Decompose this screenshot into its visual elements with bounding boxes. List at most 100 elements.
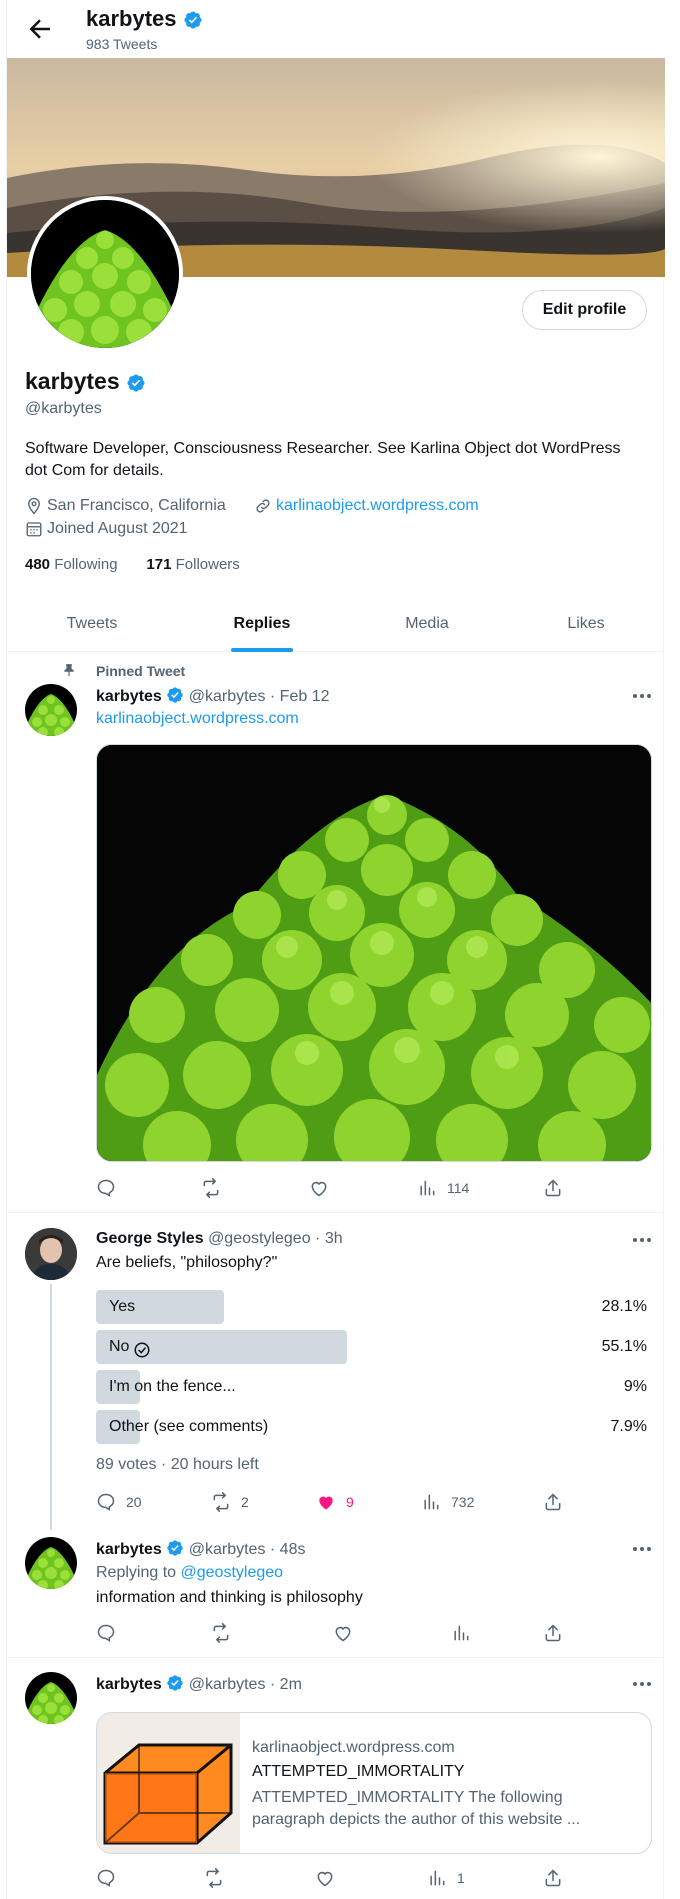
link-icon: [254, 497, 272, 515]
author-name[interactable]: karbytes: [96, 688, 162, 705]
followers-link[interactable]: 171 Followers: [146, 556, 243, 573]
views-count: 114: [447, 1180, 470, 1196]
back-arrow-icon[interactable]: [25, 14, 55, 44]
link-preview-card[interactable]: karlinaobject.wordpress.com ATTEMPTED_IM…: [96, 1712, 652, 1854]
tweet-avatar[interactable]: [25, 1228, 77, 1280]
tweet-text[interactable]: karlinaobject.wordpress.com: [96, 710, 299, 728]
like-button[interactable]: 9: [316, 1492, 354, 1512]
pin-icon: [62, 663, 76, 677]
tab-likes[interactable]: Likes: [507, 600, 665, 652]
tab-media[interactable]: Media: [347, 600, 507, 652]
reply-button[interactable]: [96, 1178, 116, 1198]
poll-option-label: Yes: [109, 1298, 136, 1315]
replying-to-handle[interactable]: @geostylegeo: [181, 1564, 284, 1581]
calendar-icon: [25, 520, 43, 538]
views-count: 732: [451, 1494, 475, 1510]
verified-badge-icon: [183, 10, 203, 30]
tab-tweets[interactable]: Tweets: [7, 600, 177, 652]
views-chart-icon: [430, 1870, 445, 1886]
like-button[interactable]: [309, 1178, 329, 1198]
tweet-header: karbytes @karbytes · 2m: [96, 1675, 302, 1693]
tweet-avatar[interactable]: [25, 1672, 77, 1724]
author-handle[interactable]: @karbytes: [189, 1541, 266, 1558]
views-chart-icon: [424, 1494, 439, 1510]
link-card-domain: karlinaobject.wordpress.com: [252, 1739, 455, 1756]
tweet-text: Are beliefs, "philosophy?": [96, 1254, 278, 1271]
profile-avatar[interactable]: [27, 196, 183, 352]
reply-button[interactable]: [96, 1868, 116, 1888]
retweet-button[interactable]: [211, 1623, 231, 1643]
like-button[interactable]: [315, 1868, 335, 1888]
header-name: karbytes: [86, 6, 203, 32]
author-handle[interactable]: @geostylegeo: [208, 1230, 311, 1247]
retweet-button[interactable]: [204, 1868, 224, 1888]
profile-location: San Francisco, California: [25, 497, 226, 515]
more-options-icon[interactable]: [630, 1228, 654, 1252]
share-button[interactable]: [543, 1868, 563, 1888]
views-button[interactable]: 732: [421, 1492, 474, 1512]
tweet-avatar[interactable]: [25, 684, 77, 736]
poll-option-percent: 28.1%: [601, 1298, 647, 1315]
retweet-button[interactable]: 2: [211, 1492, 249, 1512]
retweet-icon: [203, 1178, 219, 1198]
reply-button[interactable]: 20: [96, 1492, 142, 1512]
share-button[interactable]: [543, 1492, 563, 1512]
tweet-divider: [7, 1657, 665, 1658]
retweet-icon: [213, 1492, 229, 1512]
views-button[interactable]: 1: [427, 1868, 465, 1888]
more-options-icon[interactable]: [630, 684, 654, 708]
author-name[interactable]: karbytes: [96, 1676, 162, 1693]
tweet-time[interactable]: 3h: [325, 1230, 343, 1247]
profile-tabs: Tweets Replies Media Likes: [7, 600, 665, 652]
author-name[interactable]: karbytes: [96, 1541, 162, 1558]
views-button[interactable]: 114: [417, 1178, 469, 1198]
tweet-image[interactable]: [96, 744, 652, 1162]
tweet-count: 983 Tweets: [86, 36, 158, 52]
poll-meta: 89 votes · 20 hours left: [96, 1456, 259, 1473]
share-button[interactable]: [543, 1623, 563, 1643]
top-bar: karbytes 983 Tweets: [7, 0, 665, 58]
profile-handle: @karbytes: [25, 400, 102, 417]
poll-option-percent: 9%: [623, 1378, 647, 1395]
retweet-icon: [213, 1623, 229, 1643]
more-options-icon[interactable]: [630, 1537, 654, 1561]
retweet-button[interactable]: [201, 1178, 221, 1198]
author-handle[interactable]: @karbytes: [189, 1676, 266, 1693]
tab-replies[interactable]: Replies: [177, 600, 347, 652]
follow-stats: 480 Following 171 Followers: [25, 556, 248, 573]
poll: Yes 28.1% No 55.1% I'm on the fence... 9…: [7, 1288, 665, 1448]
tweet-avatar[interactable]: [25, 1537, 77, 1589]
replying-to: Replying to @geostylegeo: [96, 1564, 284, 1581]
profile-name: karbytes: [25, 368, 146, 395]
share-icon: [545, 1179, 561, 1197]
tweet-time[interactable]: 48s: [280, 1541, 306, 1558]
link-card-title: ATTEMPTED_IMMORTALITY: [252, 1763, 465, 1780]
author-name[interactable]: George Styles: [96, 1230, 204, 1247]
verified-badge-icon: [126, 372, 146, 392]
link-card-description: ATTEMPTED_IMMORTALITY The following para…: [252, 1789, 581, 1828]
tweet-divider: [7, 1212, 665, 1213]
views-button[interactable]: [451, 1623, 471, 1643]
tweet-header: George Styles @geostylegeo · 3h: [96, 1230, 343, 1247]
author-handle[interactable]: @karbytes: [189, 688, 266, 705]
tweet-header: karbytes @karbytes · Feb 12: [96, 686, 330, 705]
profile-website[interactable]: karlinaobject.wordpress.com: [254, 497, 479, 515]
share-icon: [545, 1493, 561, 1511]
reply-icon: [97, 1179, 115, 1197]
verified-badge-icon: [166, 686, 184, 704]
heart-icon: [335, 1626, 351, 1642]
retweet-icon: [206, 1868, 222, 1888]
more-options-icon[interactable]: [630, 1672, 654, 1696]
reply-icon: [97, 1493, 115, 1511]
tweet-text: information and thinking is philosophy: [96, 1589, 363, 1606]
verified-badge-icon: [166, 1539, 184, 1557]
reply-button[interactable]: [96, 1623, 116, 1643]
following-link[interactable]: 480 Following: [25, 556, 122, 573]
heart-icon: [317, 1871, 333, 1887]
profile-column: karbytes 983 Tweets Edit profile karbyte…: [6, 0, 665, 1899]
edit-profile-button[interactable]: Edit profile: [522, 290, 647, 330]
tweet-time[interactable]: 2m: [280, 1676, 302, 1693]
tweet-time[interactable]: Feb 12: [280, 688, 330, 705]
share-button[interactable]: [543, 1178, 563, 1198]
like-button[interactable]: [333, 1623, 353, 1643]
